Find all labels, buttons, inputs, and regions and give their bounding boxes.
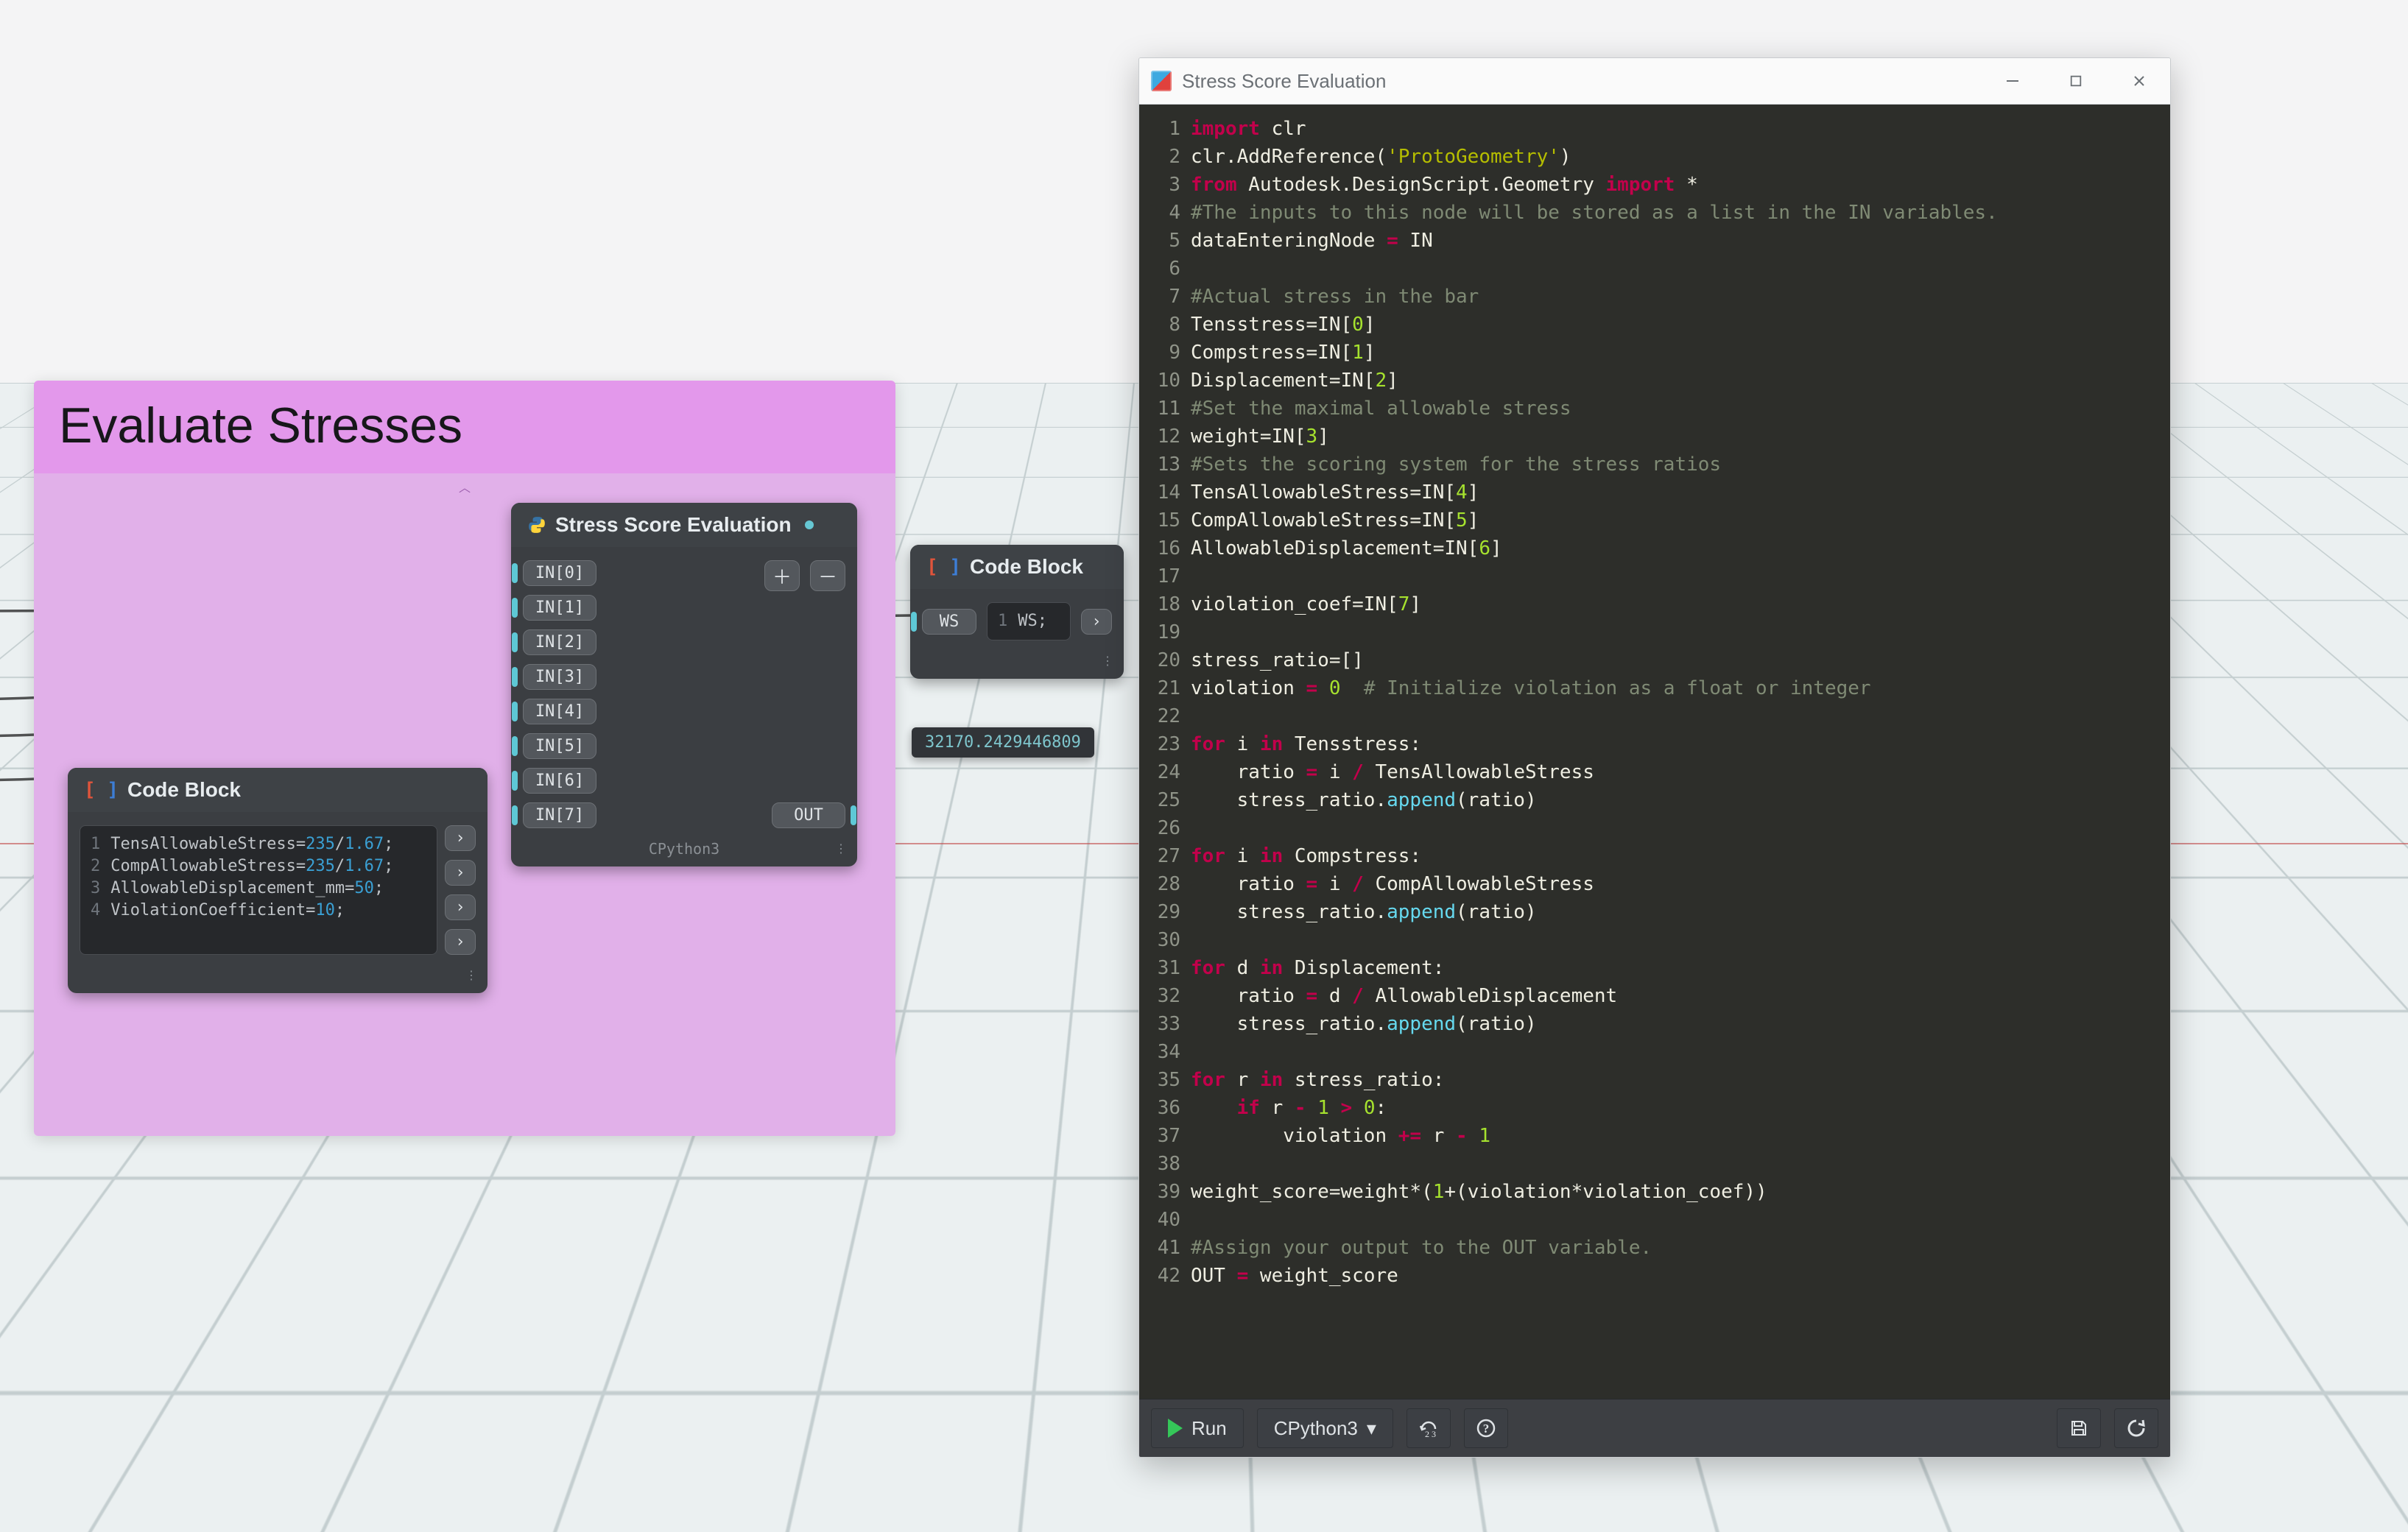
play-icon [1168, 1419, 1183, 1438]
migrate-button[interactable]: 2 3 [1407, 1408, 1451, 1448]
save-button[interactable] [2057, 1408, 2101, 1448]
save-icon [2069, 1419, 2088, 1438]
code-block-editor[interactable]: 1 WS; [987, 602, 1071, 640]
output-port-1[interactable]: › [445, 860, 476, 886]
python-editor-window[interactable]: Stress Score Evaluation 1234567891011121… [1138, 57, 2171, 1458]
input-port-4[interactable]: IN[4] [523, 699, 596, 724]
run-button[interactable]: Run [1151, 1408, 1244, 1448]
editor-toolbar: Run CPython3 ▾ 2 3 ? [1139, 1399, 2170, 1457]
code-block-icon: [ ] [84, 779, 119, 801]
convert-icon: 2 3 [1418, 1419, 1440, 1438]
input-port-1[interactable]: IN[1] [523, 595, 596, 621]
output-port[interactable]: OUT [772, 802, 845, 828]
node-menu-icon[interactable]: ⋮ [835, 841, 848, 856]
titlebar[interactable]: Stress Score Evaluation [1139, 58, 2170, 105]
code-text: WS; [1018, 612, 1047, 630]
input-port-2[interactable]: IN[2] [523, 629, 596, 655]
input-port-ws[interactable]: WS [922, 609, 976, 635]
output-port[interactable]: › [1081, 609, 1112, 635]
help-icon: ? [1476, 1419, 1496, 1438]
input-port-5[interactable]: IN[5] [523, 733, 596, 759]
output-port-3[interactable]: › [445, 929, 476, 955]
engine-select[interactable]: CPython3 ▾ [1257, 1408, 1393, 1448]
node-code-block-left[interactable]: [ ] Code Block 1234 TensAllowableStress=… [68, 768, 487, 993]
input-port-6[interactable]: IN[6] [523, 768, 596, 794]
svg-text:2 3: 2 3 [1425, 1429, 1436, 1438]
output-port-0[interactable]: › [445, 825, 476, 851]
group-title: Evaluate Stresses [34, 381, 895, 473]
engine-name: CPython3 [1274, 1417, 1358, 1440]
node-menu-icon[interactable]: ⋮ [465, 968, 479, 983]
window-title: Stress Score Evaluation [1182, 70, 1386, 93]
help-button[interactable]: ? [1464, 1408, 1508, 1448]
group-collapse-icon[interactable]: ︿ [459, 478, 471, 495]
canvas-viewport[interactable]: Evaluate Stresses ︿ Stress Score Evaluat… [0, 0, 2408, 1532]
app-icon [1151, 71, 1172, 91]
engine-label: CPython3 [649, 840, 719, 858]
code-block-editor[interactable]: 1234 TensAllowableStress=235/1.67;CompAl… [80, 825, 437, 955]
node-menu-icon[interactable]: ⋮ [1102, 654, 1115, 668]
revert-button[interactable] [2114, 1408, 2158, 1448]
run-label: Run [1191, 1417, 1227, 1440]
node-title: Code Block [970, 555, 1083, 579]
add-input-button[interactable]: ＋ [764, 560, 800, 591]
revert-icon [2126, 1419, 2147, 1438]
minimize-button[interactable] [1986, 58, 2039, 104]
input-port-7[interactable]: IN[7] [523, 802, 596, 828]
maximize-button[interactable] [2049, 58, 2102, 104]
input-port-3[interactable]: IN[3] [523, 664, 596, 690]
node-code-block-right[interactable]: [ ] Code Block WS 1 WS; › ⋮ [910, 545, 1124, 679]
input-port-0[interactable]: IN[0] [523, 560, 596, 586]
output-port-2[interactable]: › [445, 894, 476, 920]
node-title: Code Block [127, 778, 241, 802]
python-icon [527, 515, 546, 534]
group-evaluate-stresses[interactable]: Evaluate Stresses ︿ Stress Score Evaluat… [34, 381, 895, 1136]
status-dot-icon [805, 520, 814, 529]
node-stress-score-evaluation[interactable]: Stress Score Evaluation IN[0]IN[1]IN[2]I… [511, 503, 857, 866]
code-editor[interactable]: 1234567891011121314151617181920212223242… [1139, 105, 2170, 1399]
output-preview: 32170.2429446809 [912, 727, 1094, 758]
remove-input-button[interactable]: － [810, 560, 845, 591]
node-title: Stress Score Evaluation [555, 513, 792, 537]
chevron-down-icon: ▾ [1367, 1417, 1376, 1440]
svg-text:?: ? [1483, 1422, 1490, 1436]
code-block-icon: [ ] [926, 556, 961, 578]
close-button[interactable] [2113, 58, 2166, 104]
input-ports: IN[0] IN[1] IN[2] IN[3] IN[4] IN[5] IN[6] IN[7] [523, 560, 596, 828]
line-number: 1 [998, 612, 1007, 630]
